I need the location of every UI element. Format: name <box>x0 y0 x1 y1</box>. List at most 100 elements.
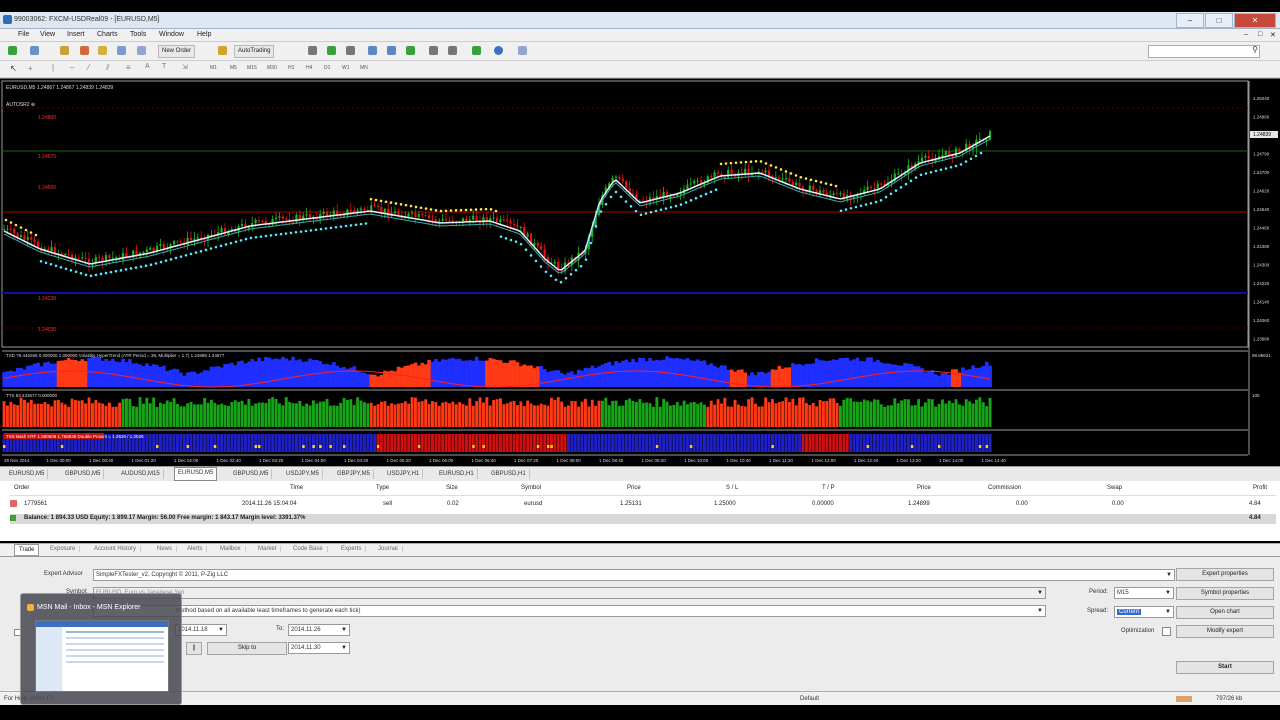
col-swap[interactable]: Swap <box>1107 485 1122 491</box>
col-type[interactable]: Type <box>376 485 389 491</box>
col-commission[interactable]: Commission <box>988 485 1021 491</box>
autoscroll-icon[interactable] <box>448 46 457 55</box>
timeframe-h1[interactable]: H1 <box>288 65 294 71</box>
chart-tab[interactable]: EURUSD,H1 <box>436 469 478 479</box>
tab-market[interactable]: Market <box>254 546 282 552</box>
text-icon[interactable]: A <box>145 63 150 70</box>
col-size[interactable]: Size <box>446 485 458 491</box>
chart-tab[interactable]: GBPUSD,H1 <box>488 469 530 479</box>
chart-tab[interactable]: GBPUSD,M5 <box>62 469 105 479</box>
indicators-icon[interactable] <box>472 46 481 55</box>
menu-charts[interactable]: Charts <box>97 31 118 38</box>
chart-tab[interactable]: EURUSD,M5 <box>6 469 49 479</box>
timeframe-mn[interactable]: MN <box>360 65 368 71</box>
tab-news[interactable]: News <box>153 546 178 552</box>
horizontal-line-icon[interactable]: – <box>70 63 74 72</box>
maximize-button[interactable]: □ <box>1205 13 1233 28</box>
market-watch-icon[interactable] <box>60 46 69 55</box>
fibonacci-icon[interactable]: ≡ <box>126 63 131 72</box>
symbol-select[interactable]: EURUSD, Euro vs Japanese Yen▼ <box>93 587 1046 599</box>
col-tp[interactable]: T / P <box>822 485 835 491</box>
mdi-restore-button[interactable]: □ <box>1258 31 1262 38</box>
tab-trade[interactable]: Trade <box>14 544 40 556</box>
minimize-button[interactable]: – <box>1176 13 1204 28</box>
trendline-icon[interactable]: ⁄ <box>88 63 89 72</box>
timeframe-m15[interactable]: M15 <box>247 65 257 71</box>
mdi-minimize-button[interactable]: – <box>1244 31 1248 38</box>
terminal-icon[interactable] <box>117 46 126 55</box>
menu-insert[interactable]: Insert <box>67 31 85 38</box>
timeframe-m5[interactable]: M5 <box>230 65 237 71</box>
timeframe-m30[interactable]: M30 <box>267 65 277 71</box>
chart-tab[interactable]: GBPJPY,M5 <box>334 469 374 479</box>
vertical-line-icon[interactable]: | <box>52 63 54 72</box>
periods-icon[interactable] <box>494 46 503 55</box>
autotrading-button[interactable]: AutoTrading <box>234 45 275 58</box>
tab-account-history[interactable]: Account History <box>90 546 142 552</box>
table-row[interactable]: 1779561 2014.11.26 15:04:04 sell 0.02 eu… <box>10 500 1276 511</box>
to-date-input[interactable]: 2014.11.26 ▼ <box>288 624 350 636</box>
new-chart-icon[interactable] <box>8 46 17 55</box>
cursor-icon[interactable]: ↖ <box>10 64 17 73</box>
spread-select[interactable]: Current ▼ <box>1114 606 1174 618</box>
window-thumbnail[interactable] <box>35 620 169 692</box>
col-order[interactable]: Order <box>14 485 29 491</box>
col-price-current[interactable]: Price <box>917 485 931 491</box>
tile-windows-icon[interactable] <box>406 46 415 55</box>
col-profit[interactable]: Profit <box>1253 485 1267 491</box>
bar-chart-icon[interactable] <box>308 46 317 55</box>
chart-tab[interactable]: USDJPY,M5 <box>283 469 323 479</box>
menu-file[interactable]: File <box>18 31 29 38</box>
col-price[interactable]: Price <box>627 485 641 491</box>
price-chart[interactable]: EURUSD,M5 1.24867 1.24867 1.24839 1.2483… <box>0 79 1280 467</box>
optimization-checkbox[interactable] <box>1162 627 1171 636</box>
chart-window[interactable]: EURUSD,M5 1.24867 1.24867 1.24839 1.2483… <box>0 78 1280 467</box>
menu-window[interactable]: Window <box>159 31 184 38</box>
col-sl[interactable]: S / L <box>726 485 738 491</box>
col-symbol[interactable]: Symbol <box>521 485 541 491</box>
chart-shift-icon[interactable] <box>429 46 438 55</box>
menu-tools[interactable]: Tools <box>130 31 146 38</box>
modify-expert-button[interactable]: Modify expert <box>1176 625 1274 638</box>
tab-experts[interactable]: Experts <box>337 546 367 552</box>
close-button[interactable]: ✕ <box>1234 13 1276 28</box>
symbol-properties-button[interactable]: Symbol properties <box>1176 587 1274 600</box>
menu-help[interactable]: Help <box>197 31 211 38</box>
search-input[interactable] <box>1148 45 1260 58</box>
taskbar-thumbnail-popup[interactable]: MSN Mail - Inbox - MSN Explorer <box>20 593 182 705</box>
model-select[interactable]: method based on all available least time… <box>93 605 1046 617</box>
chart-tab-active[interactable]: EURUSD,M5 <box>174 467 218 481</box>
tester-icon[interactable] <box>137 46 146 55</box>
crosshair-icon[interactable]: + <box>28 64 33 73</box>
zoom-out-icon[interactable] <box>387 46 396 55</box>
col-time[interactable]: Time <box>290 485 303 491</box>
timeframe-m1[interactable]: M1 <box>210 65 217 71</box>
expert-advisor-select[interactable]: SimpleFXTester_v2, Copyright © 2011, P-Z… <box>93 569 1175 581</box>
mdi-close-button[interactable]: ✕ <box>1270 31 1276 39</box>
tab-code-base[interactable]: Code Base <box>289 546 328 552</box>
line-chart-icon[interactable] <box>346 46 355 55</box>
chart-tab[interactable]: AUDUSD,M15 <box>118 469 164 479</box>
tab-alerts[interactable]: Alerts <box>183 546 208 552</box>
menu-view[interactable]: View <box>40 31 55 38</box>
data-window-icon[interactable] <box>80 46 89 55</box>
label-icon[interactable]: T <box>162 63 166 70</box>
period-select[interactable]: M15 ▼ <box>1114 587 1174 599</box>
timeframe-h4[interactable]: H4 <box>306 65 312 71</box>
chart-tab[interactable]: USDJPY,H1 <box>384 469 424 479</box>
candlestick-icon[interactable] <box>327 46 336 55</box>
zoom-in-icon[interactable] <box>368 46 377 55</box>
templates-icon[interactable] <box>518 46 527 55</box>
navigator-icon[interactable] <box>98 46 107 55</box>
channel-icon[interactable]: ⫽ <box>106 63 110 73</box>
tab-journal[interactable]: Journal <box>374 546 403 552</box>
new-order-button[interactable]: New Order <box>158 45 196 58</box>
visual-pause-button[interactable]: || <box>186 642 202 655</box>
timeframe-w1[interactable]: W1 <box>342 65 350 71</box>
metaeditor-icon[interactable] <box>218 46 227 55</box>
arrows-icon[interactable]: ⇲ <box>182 63 188 71</box>
tab-exposure[interactable]: Exposure <box>46 546 81 552</box>
open-chart-button[interactable]: Open chart <box>1176 606 1274 619</box>
skip-to-button[interactable]: Skip to <box>207 642 287 655</box>
timeframe-d1[interactable]: D1 <box>324 65 330 71</box>
